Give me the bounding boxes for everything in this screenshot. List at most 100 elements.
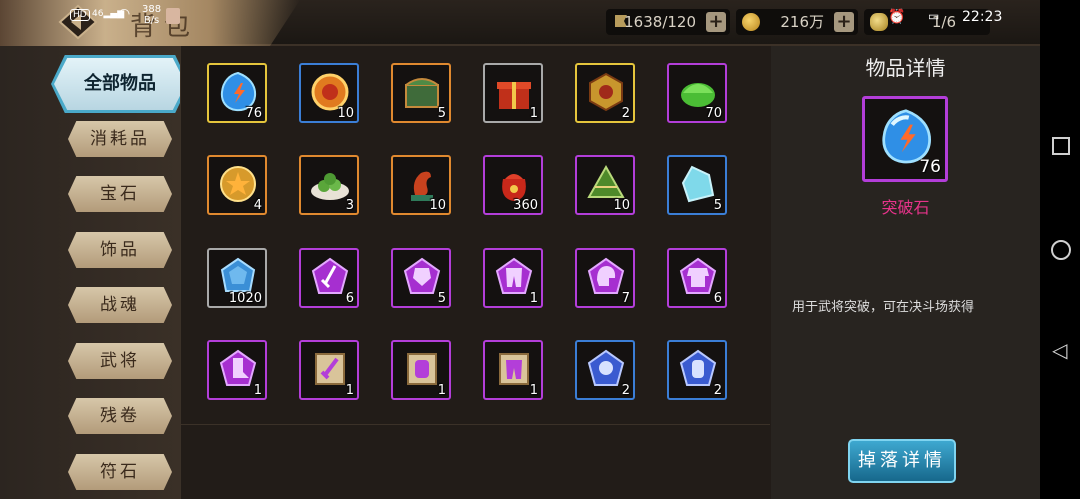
item-count: 1020	[228, 291, 262, 306]
item-count: 4	[253, 198, 262, 213]
wifi-icon: ◠	[118, 6, 131, 22]
item-count: 10	[429, 198, 446, 213]
item-count: 7	[621, 291, 630, 306]
purple-rune-boots-icon	[219, 349, 257, 386]
tab-runes[interactable]: 符石	[68, 454, 172, 490]
item-count: 70	[705, 106, 722, 121]
item-count: 2	[621, 383, 630, 398]
coin-icon	[742, 13, 760, 31]
item-count: 5	[437, 106, 446, 121]
tab-accessories[interactable]: 饰品	[68, 232, 172, 268]
coin-add-button[interactable]: +	[834, 12, 854, 32]
inventory-item-gold-medal[interactable]: 4	[207, 155, 267, 215]
inventory-item-scroll-bracer[interactable]: 1	[391, 340, 451, 400]
coin-counter: 216万 +	[736, 9, 858, 35]
net-speed-unit: B/s	[143, 15, 160, 26]
purple-rune-armor-icon	[403, 257, 441, 294]
alarm-icon: ⏰	[888, 9, 906, 25]
item-count: 1	[529, 383, 538, 398]
inventory-item-purple-rune-armor[interactable]: 5	[391, 248, 451, 308]
inventory-item-purple-rune-helmet[interactable]: 7	[575, 248, 635, 308]
net-speed-value: 388	[142, 4, 162, 15]
inventory-item-gold-token[interactable]: 2	[575, 63, 635, 123]
item-detail-panel: 物品详情 76 突破石 用于武将突破，可在决斗场获得 掉落详情	[771, 46, 1040, 499]
stamina-counter: 1638/120 +	[606, 9, 730, 35]
inventory-item-scroll-sword[interactable]: 1	[299, 340, 359, 400]
purple-rune-helmet-icon	[587, 257, 625, 294]
item-count: 1	[253, 383, 262, 398]
drop-details-button[interactable]: 掉落详情	[848, 439, 956, 483]
inventory-item-dumpling-plate[interactable]: 3	[299, 155, 359, 215]
tab-gems[interactable]: 宝石	[68, 176, 172, 212]
inventory-item-scroll-pants[interactable]: 1	[483, 340, 543, 400]
clock: 22:23	[962, 9, 1003, 25]
item-count: 1	[529, 106, 538, 121]
item-count: 360	[513, 198, 538, 213]
item-count: 1	[345, 383, 354, 398]
stamina-add-button[interactable]: +	[706, 12, 726, 32]
inventory-item-zongzi[interactable]: 10	[575, 155, 635, 215]
tab-fragments[interactable]: 残卷	[68, 398, 172, 434]
inventory-item-purple-rune-pants[interactable]: 1	[483, 248, 543, 308]
dumpling-plate-icon	[311, 173, 349, 200]
scroll-sword-icon	[315, 353, 345, 385]
inventory-item-green-bun[interactable]: 70	[667, 63, 727, 123]
coin-value: 216万	[780, 13, 824, 31]
notification-icon	[166, 8, 180, 24]
item-count: 10	[613, 198, 630, 213]
inventory-item-blue-crystal[interactable]: 5	[667, 155, 727, 215]
tab-consumables[interactable]: 消耗品	[68, 121, 172, 157]
blue-rune-orb-icon	[587, 349, 625, 386]
inventory-item-green-chest[interactable]: 5	[391, 63, 451, 123]
nav-back-icon[interactable]: ◁	[1052, 340, 1068, 360]
inventory-item-purple-rune-sword[interactable]: 6	[299, 248, 359, 308]
inventory-item-blue-rune-orb[interactable]: 2	[575, 340, 635, 400]
item-count: 6	[345, 291, 354, 306]
item-count: 3	[345, 198, 354, 213]
recent-apps-icon[interactable]	[1052, 137, 1070, 155]
net-speed: 388 B/s	[142, 4, 161, 26]
inventory-item-breakthrough-stone[interactable]: 76	[207, 63, 267, 123]
top-bar: 背包 HD 46▂▄▆ ◠ 388 B/s 1638/120 + 216万 + …	[0, 0, 1040, 46]
item-count: 1	[529, 291, 538, 306]
detail-item-slot: 76	[862, 96, 948, 182]
detail-item-count: 76	[919, 157, 941, 177]
scroll-pants-icon	[499, 353, 529, 385]
item-count: 6	[713, 291, 722, 306]
item-count: 76	[245, 106, 262, 121]
tab-war-souls[interactable]: 战魂	[68, 287, 172, 323]
android-nav-bar: ◁	[1040, 0, 1080, 499]
tab-all-items[interactable]: 全部物品	[54, 58, 186, 110]
stamina-value: 1638/120	[624, 13, 696, 31]
blue-crystal-icon	[681, 165, 715, 203]
inventory-item-fire-ring[interactable]: 10	[299, 63, 359, 123]
gold-medal-icon	[220, 166, 256, 202]
item-count: 2	[713, 383, 722, 398]
gift-box-icon	[497, 82, 531, 109]
inventory-item-purple-rune-robe[interactable]: 6	[667, 248, 727, 308]
detail-item-description: 用于武将突破，可在决斗场获得	[792, 300, 975, 315]
purple-rune-sword-icon	[311, 257, 349, 294]
inventory-item-gift-box[interactable]: 1	[483, 63, 543, 123]
item-count: 5	[437, 291, 446, 306]
tab-generals[interactable]: 武将	[68, 343, 172, 379]
battery-icon: ▭	[928, 9, 940, 23]
inventory-item-blue-rune-bracer[interactable]: 2	[667, 340, 727, 400]
scroll-bracer-icon	[407, 353, 437, 385]
inventory-item-blue-gem[interactable]: 1020	[207, 248, 267, 308]
item-count: 5	[713, 198, 722, 213]
gold-token-icon	[589, 72, 623, 112]
detail-title: 物品详情	[865, 56, 946, 80]
hd-indicator: HD	[70, 9, 90, 21]
detail-item-name: 突破石	[881, 198, 930, 217]
home-icon[interactable]	[1051, 240, 1071, 260]
item-count: 1	[437, 383, 446, 398]
blue-rune-bracer-icon	[679, 349, 717, 386]
signal-label: 46	[92, 9, 104, 19]
inventory-item-red-pouch[interactable]: 360	[483, 155, 543, 215]
grid-divider	[180, 424, 770, 425]
purple-rune-pants-icon	[495, 257, 533, 294]
green-chest-icon	[405, 78, 439, 108]
inventory-item-dragon-statue[interactable]: 10	[391, 155, 451, 215]
inventory-item-purple-rune-boots[interactable]: 1	[207, 340, 267, 400]
